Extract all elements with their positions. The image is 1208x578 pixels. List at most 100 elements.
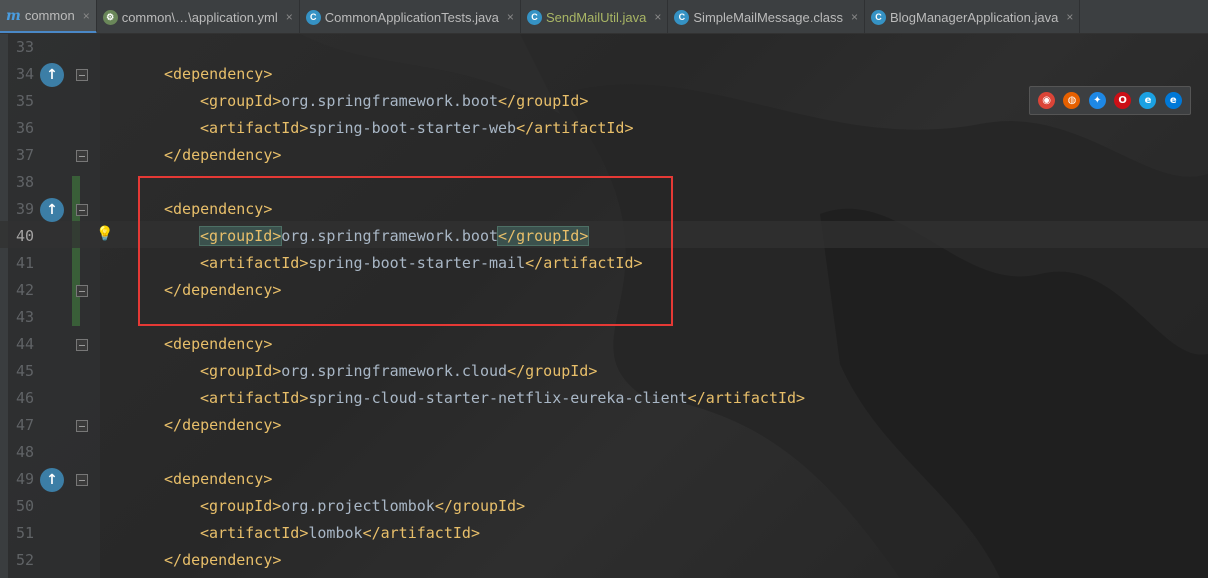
xml-tag-name: groupId bbox=[209, 92, 273, 110]
code-line[interactable]: 49 ↑ <dependency> bbox=[0, 466, 1208, 493]
code-line[interactable]: 50 <groupId>org.projectlombok</groupId> bbox=[0, 493, 1208, 520]
tab-label: CommonApplicationTests.java bbox=[324, 9, 499, 25]
line-number: 43 bbox=[15, 308, 34, 326]
code-text: <artifactId>spring-boot-starter-web</art… bbox=[200, 115, 634, 142]
open-tag: <groupId> bbox=[200, 92, 281, 110]
xml-tag-name: groupId bbox=[209, 227, 273, 245]
code-line[interactable]: 48 bbox=[0, 439, 1208, 466]
code-text: <artifactId>lombok</artifactId> bbox=[200, 520, 480, 547]
code-line[interactable]: 40 💡 <groupId>org.springframework.boot</gr… bbox=[0, 223, 1208, 250]
tag-bracket: </ bbox=[507, 362, 526, 380]
open-tag: <groupId> bbox=[200, 497, 281, 515]
line-number: 44 bbox=[15, 335, 34, 353]
code-text: <dependency> bbox=[164, 331, 272, 358]
code-line[interactable]: 43 bbox=[0, 304, 1208, 331]
xml-tag-name: artifactId bbox=[380, 524, 471, 542]
code-line[interactable]: 52 </dependency> bbox=[0, 547, 1208, 574]
tag-bracket: </ bbox=[164, 551, 183, 569]
code-line[interactable]: 38 bbox=[0, 169, 1208, 196]
edge-icon[interactable]: e bbox=[1164, 92, 1182, 109]
xml-tag-name: groupId bbox=[209, 362, 273, 380]
close-icon[interactable]: × bbox=[286, 10, 293, 24]
browser-preview-bar: ◉ ◍ ✦ Oe e bbox=[1029, 86, 1191, 115]
tab-5[interactable]: C BlogManagerApplication.java × bbox=[865, 0, 1081, 33]
intention-bulb-icon[interactable]: 💡 bbox=[96, 226, 113, 242]
fold-toggle-icon[interactable] bbox=[76, 474, 88, 486]
ie-icon[interactable]: e bbox=[1139, 92, 1157, 109]
code-line[interactable]: 34 ↑ <dependency> bbox=[0, 61, 1208, 88]
open-tag: <artifactId> bbox=[200, 254, 308, 272]
code-line[interactable]: 45 <groupId>org.springframework.cloud</gr… bbox=[0, 358, 1208, 385]
code-text: <dependency> bbox=[164, 466, 272, 493]
tag-bracket: > bbox=[796, 389, 806, 407]
close-tag: </groupId> bbox=[498, 92, 588, 110]
override-marker-icon[interactable]: ↑ bbox=[40, 63, 64, 87]
tab-3[interactable]: C SendMailUtil.java × bbox=[521, 0, 669, 33]
xml-tag-name: groupId bbox=[525, 362, 589, 380]
code-line[interactable]: 37 </dependency> bbox=[0, 142, 1208, 169]
chrome-icon[interactable]: ◉ bbox=[1038, 92, 1056, 109]
tag-bracket: < bbox=[164, 200, 174, 218]
close-tag: </artifactId> bbox=[516, 119, 633, 137]
code-line[interactable]: 47 </dependency> bbox=[0, 412, 1208, 439]
fold-toggle-icon[interactable] bbox=[76, 420, 88, 432]
tag-bracket: < bbox=[164, 470, 174, 488]
xml-text-value: org.springframework.boot bbox=[281, 92, 499, 110]
code-line[interactable]: 41 <artifactId>spring-boot-starter-mail</… bbox=[0, 250, 1208, 277]
tag-bracket: < bbox=[200, 524, 210, 542]
close-icon[interactable]: × bbox=[507, 10, 514, 24]
code-line[interactable]: 44 <dependency> bbox=[0, 331, 1208, 358]
code-line[interactable]: 46 <artifactId>spring-cloud-starter-netfl… bbox=[0, 385, 1208, 412]
code-line[interactable]: 39 ↑ <dependency> bbox=[0, 196, 1208, 223]
tab-2[interactable]: C CommonApplicationTests.java × bbox=[300, 0, 521, 33]
tag-bracket: > bbox=[579, 92, 589, 110]
close-icon[interactable]: × bbox=[83, 9, 90, 23]
code-line[interactable]: 35 <groupId>org.springframework.boot</gro… bbox=[0, 88, 1208, 115]
code-line[interactable]: 42 </dependency> bbox=[0, 277, 1208, 304]
fold-toggle-icon[interactable] bbox=[76, 69, 88, 81]
java-class-icon: C bbox=[870, 9, 886, 25]
open-tag: <groupId> bbox=[198, 226, 283, 246]
tag-bracket: </ bbox=[164, 281, 183, 299]
fold-toggle-icon[interactable] bbox=[76, 339, 88, 351]
tag-bracket: < bbox=[200, 119, 210, 137]
line-number: 35 bbox=[15, 92, 34, 110]
tag-bracket: < bbox=[164, 335, 174, 353]
tag-bracket: > bbox=[272, 497, 282, 515]
firefox-icon[interactable]: ◍ bbox=[1063, 92, 1081, 109]
close-icon[interactable]: × bbox=[1066, 10, 1073, 24]
close-icon[interactable]: × bbox=[851, 10, 858, 24]
code-line[interactable]: 36 <artifactId>spring-boot-starter-web</a… bbox=[0, 115, 1208, 142]
override-marker-icon[interactable]: ↑ bbox=[40, 468, 64, 492]
code-editor[interactable]: 33 34 ↑ <dependency> 35 <groupId>org.springfr… bbox=[0, 34, 1208, 578]
opera-icon[interactable]: O bbox=[1114, 92, 1132, 109]
tab-4[interactable]: C SimpleMailMessage.class × bbox=[668, 0, 865, 33]
close-icon[interactable]: × bbox=[654, 10, 661, 24]
xml-tag-name: artifactId bbox=[705, 389, 797, 407]
fold-toggle-icon[interactable] bbox=[76, 204, 88, 216]
tab-0[interactable]: m common × bbox=[0, 0, 97, 33]
xml-text-value: org.springframework.boot bbox=[281, 227, 499, 245]
fold-toggle-icon[interactable] bbox=[76, 150, 88, 162]
xml-text-value: spring-cloud-starter-netflix-eureka-clie… bbox=[308, 389, 688, 407]
line-number: 48 bbox=[15, 443, 34, 461]
line-number: 46 bbox=[15, 389, 34, 407]
line-number: 51 bbox=[15, 524, 34, 542]
tag-bracket: > bbox=[272, 416, 282, 434]
fold-toggle-icon[interactable] bbox=[76, 285, 88, 297]
xml-text-value: org.projectlombok bbox=[281, 497, 435, 515]
tag-bracket: < bbox=[200, 92, 210, 110]
override-marker-icon[interactable]: ↑ bbox=[40, 198, 64, 222]
code-line[interactable]: 33 bbox=[0, 34, 1208, 61]
xml-tag-name: artifactId bbox=[209, 389, 300, 407]
open-tag: <artifactId> bbox=[200, 119, 308, 137]
safari-icon[interactable]: ✦ bbox=[1088, 92, 1106, 109]
code-line[interactable]: 51 <artifactId>lombok</artifactId> bbox=[0, 520, 1208, 547]
line-number: 47 bbox=[15, 416, 34, 434]
tag-bracket: > bbox=[272, 92, 282, 110]
line-number: 33 bbox=[15, 38, 34, 56]
code-text: </dependency> bbox=[164, 142, 281, 169]
tab-1[interactable]: ⚙ common\…\application.yml × bbox=[97, 0, 300, 33]
tag-bracket: < bbox=[200, 389, 210, 407]
tab-label: common bbox=[24, 8, 75, 23]
